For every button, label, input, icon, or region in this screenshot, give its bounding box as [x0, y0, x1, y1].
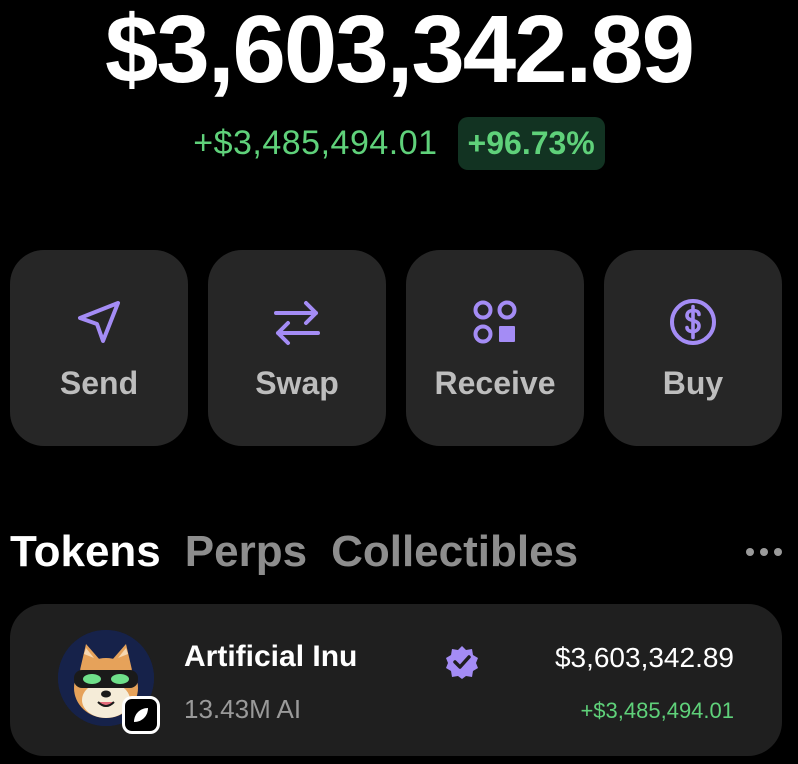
tab-collectibles[interactable]: Collectibles	[331, 527, 578, 577]
asset-tabs: Tokens Perps Collectibles	[10, 522, 782, 582]
solana-chain-badge	[122, 696, 160, 734]
token-name: Artificial Inu	[184, 640, 358, 673]
send-label: Send	[59, 364, 139, 401]
send-icon	[78, 300, 120, 343]
swap-button[interactable]: Swap	[208, 250, 386, 446]
receive-label: Receive	[434, 364, 556, 401]
token-value: $3,603,342.89	[554, 642, 734, 673]
receive-button[interactable]: Receive	[406, 250, 584, 446]
dot	[760, 548, 768, 556]
dollar-icon	[670, 298, 716, 345]
chain-logo-icon	[134, 708, 148, 722]
quick-actions: Send Swap Receive Buy	[10, 250, 782, 446]
token-change: +$3,485,494.01	[580, 698, 734, 723]
dot	[774, 548, 782, 556]
portfolio-change-row: +$3,485,494.01 +96.73%	[0, 114, 798, 172]
portfolio-balance: $3,603,342.89	[105, 0, 695, 103]
token-row[interactable]: Artificial Inu 13.43M AI $3,603,342.89 +…	[10, 604, 782, 756]
send-button[interactable]: Send	[10, 250, 188, 446]
swap-icon	[274, 300, 320, 345]
dot	[746, 548, 754, 556]
token-amount: 13.43M AI	[184, 694, 302, 724]
receive-icon	[473, 300, 517, 343]
tab-tokens[interactable]: Tokens	[10, 527, 161, 577]
buy-button[interactable]: Buy	[604, 250, 782, 446]
tab-perps[interactable]: Perps	[185, 527, 307, 577]
verified-badge-icon	[446, 646, 478, 679]
swap-label: Swap	[255, 364, 339, 401]
more-options-icon[interactable]	[736, 538, 782, 566]
buy-label: Buy	[662, 364, 724, 401]
portfolio-change-amount: +$3,485,494.01	[193, 123, 438, 162]
portfolio-change-percent-badge: +96.73%	[457, 116, 605, 170]
